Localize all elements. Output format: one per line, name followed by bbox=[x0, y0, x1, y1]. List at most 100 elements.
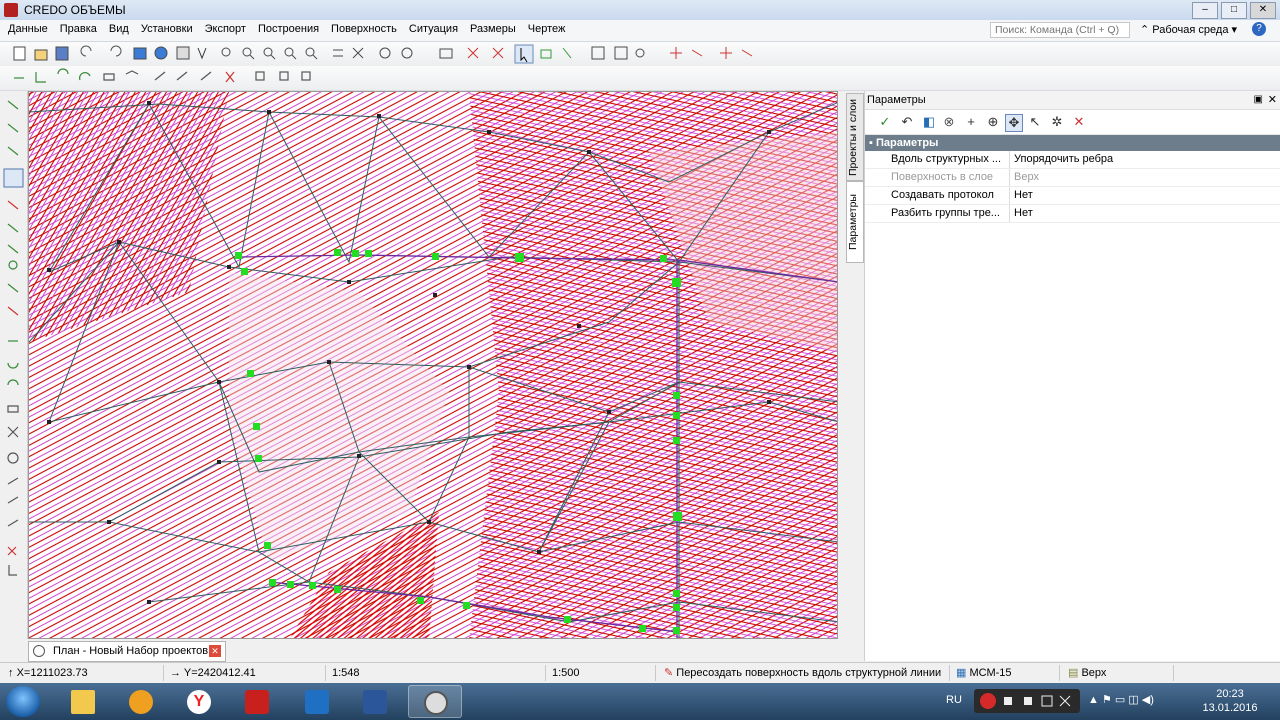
close-tab-icon[interactable]: ✕ bbox=[209, 645, 221, 657]
drawing-toolbar bbox=[0, 66, 1280, 91]
param-row[interactable]: Разбить группы тре... Нет bbox=[865, 205, 1280, 223]
menu-constructions[interactable]: Построения bbox=[252, 23, 325, 35]
main-toolbar bbox=[0, 42, 1280, 67]
menu-settings[interactable]: Установки bbox=[135, 23, 199, 35]
crosshair-icon[interactable]: ✥ bbox=[1005, 114, 1023, 132]
param-value[interactable]: Нет bbox=[1009, 205, 1274, 222]
help-icon[interactable]: ? bbox=[1252, 22, 1266, 36]
chevron-up-icon: ⌃ bbox=[1140, 24, 1153, 36]
param-name: Поверхность в слое bbox=[891, 171, 994, 183]
section-title: Параметры bbox=[875, 137, 939, 149]
y-coordinate: → Y=2420412.41 bbox=[166, 665, 326, 681]
param-name: Вдоль структурных ... bbox=[891, 153, 1002, 165]
menu-data[interactable]: Данные bbox=[2, 23, 54, 35]
taskbar-yandex[interactable]: Y bbox=[172, 685, 226, 718]
map-canvas[interactable] bbox=[28, 91, 838, 639]
maximize-button[interactable]: □ bbox=[1221, 2, 1247, 19]
pdf-icon bbox=[245, 690, 269, 714]
param-row[interactable]: Создавать протокол Нет bbox=[865, 187, 1280, 205]
menu-dimensions[interactable]: Размеры bbox=[464, 23, 522, 35]
param-value[interactable]: Нет bbox=[1009, 187, 1274, 204]
x-coordinate: ↑ X=1211023.73 bbox=[4, 665, 164, 681]
y-coordinate-value: Y=2420412.41 bbox=[183, 667, 256, 679]
vertical-toolbar-icons bbox=[3, 100, 24, 576]
menu-surface[interactable]: Поверхность bbox=[325, 23, 403, 35]
delete-icon[interactable]: ✕ bbox=[1071, 114, 1087, 130]
x-coordinate-value: X=1211023.73 bbox=[16, 667, 88, 679]
close-panel-icon[interactable]: ✕ bbox=[1268, 91, 1277, 109]
taskbar-outlook[interactable] bbox=[290, 685, 344, 718]
command-icon: ✎ bbox=[664, 667, 674, 679]
tab-parameters[interactable]: Параметры bbox=[846, 181, 864, 263]
language-indicator[interactable]: RU bbox=[946, 694, 962, 706]
view-scale[interactable]: 1:548 bbox=[328, 665, 546, 681]
system-tray-icons[interactable]: ▲ ⚑ ▭ ◫ ◀) bbox=[1088, 693, 1154, 706]
panel-header: Параметры ▣ ✕ bbox=[865, 91, 1280, 110]
drawing-scale[interactable]: 1:500 bbox=[548, 665, 656, 681]
pin-icon[interactable]: ▣ bbox=[1254, 91, 1263, 109]
current-command-text: Пересоздать поверхность вдоль структурно… bbox=[676, 667, 942, 679]
close-button[interactable]: ✕ bbox=[1250, 2, 1276, 19]
menu-view[interactable]: Вид bbox=[103, 23, 135, 35]
main-toolbar-icons bbox=[13, 44, 753, 64]
yandex-icon: Y bbox=[187, 690, 211, 714]
panel-toolbar: ✓ ↶ ◧ ⊗ + ⊕ ✥ ↖ ✲ ✕ bbox=[865, 110, 1280, 135]
select-icon[interactable]: ↖ bbox=[1027, 114, 1043, 130]
current-command: ✎ Пересоздать поверхность вдоль структур… bbox=[660, 665, 950, 681]
start-button[interactable] bbox=[6, 686, 40, 717]
minimize-button[interactable]: – bbox=[1192, 2, 1218, 19]
triangle-app-icon bbox=[129, 690, 153, 714]
menu-drawing[interactable]: Чертеж bbox=[522, 23, 572, 35]
taskbar-app-1[interactable] bbox=[114, 685, 168, 718]
vertical-toolbar bbox=[0, 91, 28, 639]
active-layer-text: Верх bbox=[1081, 667, 1107, 679]
folder-icon bbox=[71, 690, 95, 714]
layer-icon: ▤ bbox=[1068, 667, 1079, 679]
menu-bar: Данные Правка Вид Установки Экспорт Пост… bbox=[0, 20, 1280, 42]
recorder-controls[interactable] bbox=[974, 689, 1080, 713]
drawing-toolbar-icons bbox=[14, 68, 311, 83]
clock-date: 13.01.2016 bbox=[1202, 702, 1258, 714]
menu-export[interactable]: Экспорт bbox=[199, 23, 252, 35]
document-tab[interactable]: План - Новый Набор проектов ✕ bbox=[28, 641, 226, 662]
undo-icon[interactable]: ↶ bbox=[899, 114, 915, 130]
panel-title: Параметры bbox=[867, 94, 926, 106]
credo-icon bbox=[424, 691, 448, 715]
recorder-icons bbox=[980, 693, 1071, 709]
coordinate-system-text: МСМ-15 bbox=[969, 667, 1012, 679]
status-bar: ↑ X=1211023.73 → Y=2420412.41 1:548 1:50… bbox=[0, 662, 1280, 683]
word-icon bbox=[363, 690, 387, 714]
cancel-icon[interactable]: ⊗ bbox=[941, 114, 957, 130]
node-icon[interactable]: ✲ bbox=[1049, 114, 1065, 130]
param-row: Поверхность в слое Верх bbox=[865, 169, 1280, 187]
grid-icon: ▦ bbox=[956, 667, 967, 679]
plan-icon bbox=[33, 645, 45, 657]
param-row[interactable]: Вдоль структурных ... Упорядочить ребра bbox=[865, 151, 1280, 169]
command-search-input[interactable] bbox=[990, 22, 1130, 38]
menu-situation[interactable]: Ситуация bbox=[403, 23, 464, 35]
taskbar-credo[interactable] bbox=[408, 685, 462, 718]
param-name: Создавать протокол bbox=[891, 189, 994, 201]
workspace-menu[interactable]: ⌃ Рабочая среда ▾ bbox=[1140, 23, 1237, 36]
tab-projects-layers[interactable]: Проекты и слои bbox=[846, 93, 864, 181]
outlook-icon bbox=[305, 690, 329, 714]
taskbar-explorer[interactable] bbox=[56, 685, 110, 718]
surface-icon[interactable]: ◧ bbox=[921, 114, 937, 130]
target-icon[interactable]: ⊕ bbox=[985, 114, 1001, 130]
window-title: CREDO ОБЪЕМЫ bbox=[24, 3, 126, 17]
coordinate-system[interactable]: ▦ МСМ-15 bbox=[952, 665, 1060, 681]
title-bar: CREDO ОБЪЕМЫ – □ ✕ bbox=[0, 0, 1280, 21]
apply-icon[interactable]: ✓ bbox=[877, 114, 893, 130]
param-name: Разбить группы тре... bbox=[891, 207, 1000, 219]
app-logo-icon bbox=[4, 3, 18, 17]
add-point-icon[interactable]: + bbox=[963, 114, 979, 130]
param-value[interactable]: Упорядочить ребра bbox=[1009, 151, 1274, 168]
taskbar-word[interactable] bbox=[348, 685, 402, 718]
active-layer[interactable]: ▤ Верх bbox=[1064, 665, 1174, 681]
side-tabs: Проекты и слои Параметры bbox=[845, 91, 864, 661]
menu-edit[interactable]: Правка bbox=[54, 23, 103, 35]
clock[interactable]: 20:23 13.01.2016 bbox=[1198, 687, 1262, 715]
taskbar-acrobat[interactable] bbox=[230, 685, 284, 718]
section-header[interactable]: ▪ Параметры bbox=[865, 135, 1280, 151]
clock-time: 20:23 bbox=[1216, 688, 1244, 700]
